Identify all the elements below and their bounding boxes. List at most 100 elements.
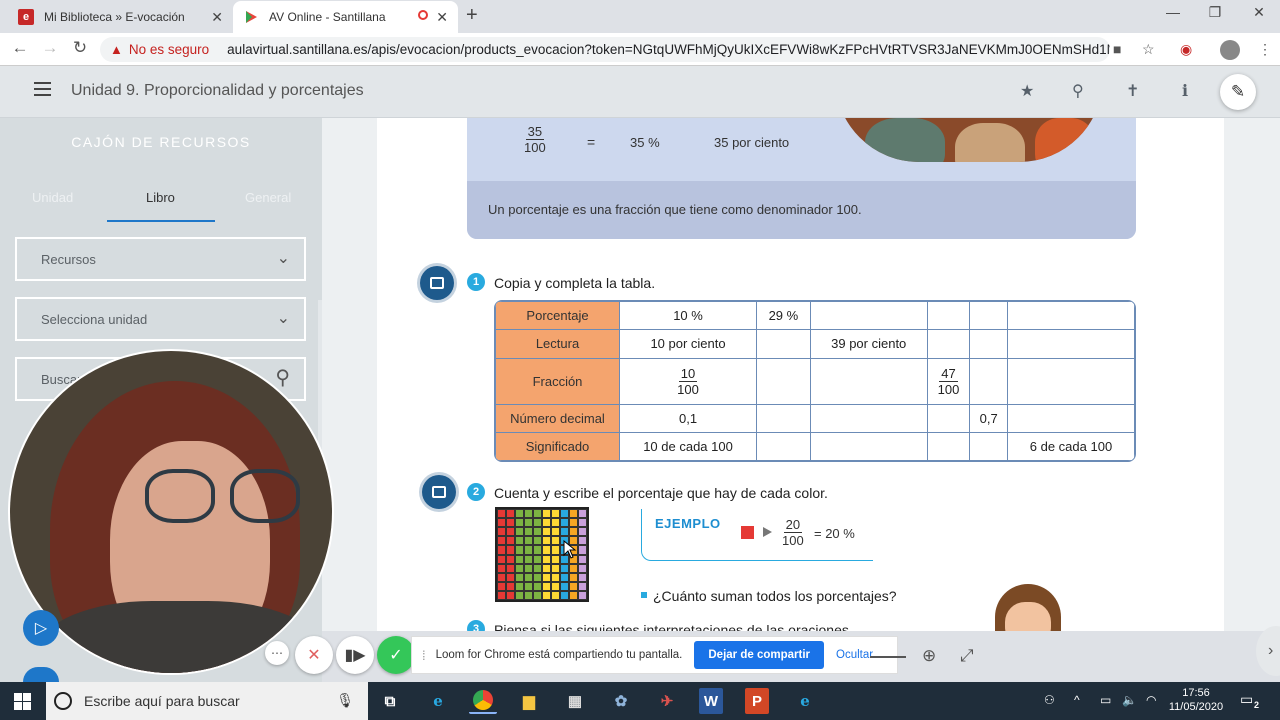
chrome-icon[interactable]	[469, 688, 497, 714]
profile-avatar[interactable]	[1220, 40, 1240, 60]
table-cell[interactable]	[1006, 301, 1135, 331]
security-label[interactable]: No es seguro	[129, 42, 209, 57]
drag-handle-icon[interactable]: ⁞	[422, 648, 426, 663]
table-cell[interactable]	[969, 431, 1008, 461]
grid-cell	[524, 536, 533, 546]
zoom-slider[interactable]	[870, 656, 906, 658]
table-cell[interactable]	[926, 301, 971, 331]
word-icon[interactable]: W	[699, 688, 723, 714]
table-cell[interactable]: 39 por ciento	[809, 329, 928, 359]
table-cell[interactable]	[756, 403, 811, 433]
search-icon[interactable]: ⚲	[275, 365, 290, 390]
table-cell[interactable]	[809, 431, 928, 461]
search-icon[interactable]: ⚲	[1072, 81, 1084, 101]
people-icon[interactable]: ⚇	[1044, 693, 1055, 707]
battery-icon[interactable]: ▭	[1100, 693, 1111, 707]
wifi-icon[interactable]: ◠	[1146, 693, 1156, 707]
edge-icon[interactable]: e	[424, 688, 452, 714]
taskbar-search-input[interactable]: Escribe aquí para buscar 🎙	[46, 682, 368, 720]
tab-unidad[interactable]: Unidad	[32, 190, 73, 205]
hide-button[interactable]: Ocultar	[836, 649, 873, 661]
finish-recording-icon[interactable]: ✓	[377, 636, 415, 674]
table-cell[interactable]	[926, 431, 971, 461]
menu-dots-icon[interactable]: ⋮	[1258, 41, 1272, 58]
table-cell[interactable]: 0,1	[618, 403, 758, 433]
grid-cell	[533, 545, 542, 555]
accessibility-icon[interactable]: ✝	[1126, 81, 1139, 101]
new-tab-button[interactable]: +	[466, 4, 478, 27]
edge-icon[interactable]: e	[791, 688, 819, 714]
close-tab-icon[interactable]: ✕	[211, 9, 223, 26]
activity-icon[interactable]	[420, 266, 454, 300]
taskbar-clock[interactable]: 17:56 11/05/2020	[1164, 686, 1228, 714]
camera-icon[interactable]: ■	[1113, 41, 1121, 57]
tab-libro[interactable]: Libro	[146, 190, 175, 205]
activity-icon[interactable]	[422, 475, 456, 509]
table-cell[interactable]	[809, 357, 928, 405]
table-cell[interactable]	[809, 403, 928, 433]
tab-general[interactable]: General	[245, 190, 291, 205]
table-cell[interactable]: 10 de cada 100	[618, 431, 758, 461]
windows-start-icon[interactable]	[14, 693, 31, 710]
table-cell[interactable]: 47 100	[926, 357, 971, 405]
clock-date: 11/05/2020	[1168, 701, 1224, 713]
star-icon[interactable]: ★	[1020, 81, 1034, 101]
table-cell[interactable]	[756, 431, 811, 461]
pencil-icon[interactable]: ✎	[1220, 74, 1256, 110]
table-cell[interactable]	[1006, 357, 1135, 405]
app-icon[interactable]: ✈	[653, 688, 681, 714]
zoom-icon[interactable]: ⊕	[922, 646, 936, 666]
info-icon[interactable]: i	[1182, 81, 1188, 100]
more-icon[interactable]: ⋯	[265, 641, 289, 665]
table-cell[interactable]	[1006, 329, 1135, 359]
recursos-dropdown[interactable]: Recursos ⌄	[15, 237, 306, 281]
restore-icon[interactable]: ❐	[1192, 4, 1238, 21]
url-text[interactable]: aulavirtual.santillana.es/apis/evocacion…	[227, 42, 1110, 57]
close-tab-icon[interactable]: ✕	[436, 9, 448, 26]
unidad-dropdown[interactable]: Selecciona unidad ⌄	[15, 297, 306, 341]
table-cell[interactable]: 10 por ciento	[618, 329, 758, 359]
file-explorer-icon[interactable]: ▆	[515, 688, 543, 714]
back-icon[interactable]: ←	[8, 38, 32, 58]
volume-icon[interactable]: 🔈	[1122, 693, 1137, 707]
bookmark-star-icon[interactable]: ☆	[1142, 41, 1155, 58]
fullscreen-icon[interactable]: ⤢	[960, 646, 974, 666]
reload-icon[interactable]: ↻	[68, 38, 92, 58]
table-cell[interactable]	[756, 357, 811, 405]
paint-icon[interactable]: ✿	[607, 688, 635, 714]
next-page-arrow-icon[interactable]: ›	[1256, 626, 1280, 676]
table-cell[interactable]	[969, 301, 1008, 331]
table-cell[interactable]	[1006, 403, 1135, 433]
tab-av-online[interactable]: AV Online - Santillana ✕	[233, 1, 458, 33]
extension-icon[interactable]: ◉	[1180, 41, 1192, 58]
table-cell[interactable]	[969, 329, 1008, 359]
hamburger-menu-icon[interactable]	[34, 82, 51, 96]
chevron-up-icon[interactable]: ^	[1074, 693, 1080, 707]
table-cell[interactable]: 10 100	[618, 357, 758, 405]
table-cell[interactable]	[969, 357, 1008, 405]
table-cell[interactable]: 6 de cada 100	[1006, 431, 1135, 461]
forward-icon[interactable]: →	[38, 38, 62, 58]
grid-cell	[560, 572, 569, 582]
task-view-icon[interactable]: ⧉	[376, 688, 404, 714]
notifications-icon[interactable]: ▭	[1240, 691, 1253, 708]
pause-icon[interactable]: ▮▶	[336, 636, 374, 674]
table-cell[interactable]: 0,7	[969, 403, 1008, 433]
omnibox[interactable]: ▲ No es seguro aulavirtual.santillana.es…	[100, 37, 1110, 62]
table-cell[interactable]	[926, 329, 971, 359]
play-icon[interactable]: ▷	[23, 610, 59, 646]
table-cell[interactable]: 29 %	[756, 301, 811, 331]
minimize-icon[interactable]: —	[1150, 4, 1196, 20]
grid-cell	[542, 545, 551, 555]
table-cell[interactable]	[809, 301, 928, 331]
microphone-icon[interactable]: 🎙	[336, 692, 354, 709]
table-cell[interactable]	[756, 329, 811, 359]
close-window-icon[interactable]: ✕	[1236, 4, 1280, 21]
table-cell[interactable]	[926, 403, 971, 433]
tab-mi-biblioteca[interactable]: e Mi Biblioteca » E-vocación ✕	[8, 1, 233, 33]
stop-sharing-button[interactable]: Dejar de compartir	[694, 641, 824, 669]
cancel-recording-icon[interactable]: ✕	[295, 636, 333, 674]
calculator-icon[interactable]: ▦	[561, 688, 589, 714]
table-cell[interactable]: 10 %	[618, 301, 758, 331]
powerpoint-icon[interactable]: P	[745, 688, 769, 714]
